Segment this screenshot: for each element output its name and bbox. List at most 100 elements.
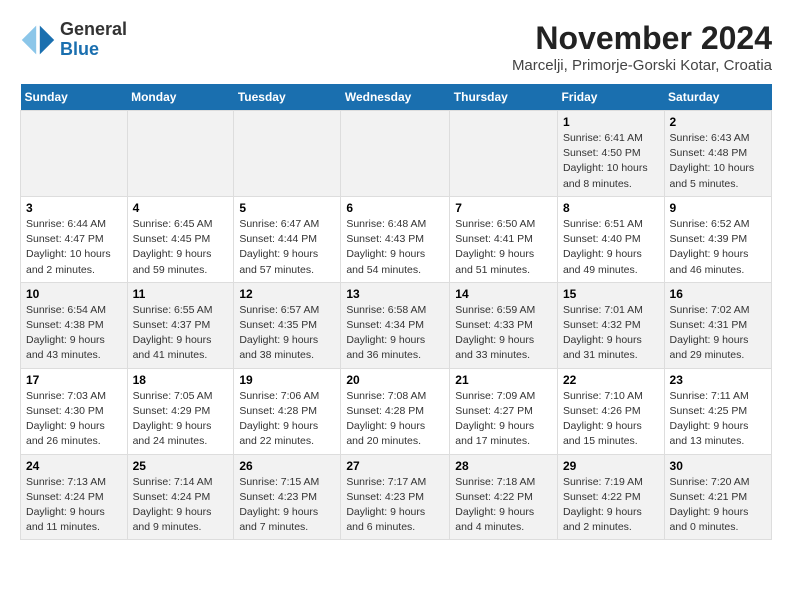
col-friday: Friday [557, 84, 664, 111]
calendar-cell: 1 Sunrise: 6:41 AM Sunset: 4:50 PM Daylig… [557, 111, 664, 197]
day-info: Sunrise: 6:48 AM Sunset: 4:43 PM Dayligh… [346, 217, 444, 278]
calendar-cell: 14 Sunrise: 6:59 AM Sunset: 4:33 PM Dayli… [450, 282, 558, 368]
calendar-cell: 24Sunrise: 7:13 AM Sunset: 4:24 PM Dayli… [21, 454, 128, 540]
day-info: Sunrise: 7:01 AM Sunset: 4:32 PM Dayligh… [563, 303, 659, 364]
calendar-body: 1 Sunrise: 6:41 AM Sunset: 4:50 PM Daylig… [21, 111, 772, 540]
day-info: Sunrise: 6:58 AM Sunset: 4:34 PM Dayligh… [346, 303, 444, 364]
day-info: Sunrise: 6:44 AM Sunset: 4:47 PM Dayligh… [26, 217, 122, 278]
calendar-cell [234, 111, 341, 197]
day-info: Sunrise: 6:59 AM Sunset: 4:33 PM Dayligh… [455, 303, 552, 364]
calendar-cell: 25 Sunrise: 7:14 AM Sunset: 4:24 PM Dayli… [127, 454, 234, 540]
day-info: Sunrise: 7:14 AM Sunset: 4:24 PM Dayligh… [133, 475, 229, 536]
day-number: 9 [670, 201, 766, 215]
day-info: Sunrise: 6:50 AM Sunset: 4:41 PM Dayligh… [455, 217, 552, 278]
calendar-cell: 3 Sunrise: 6:44 AM Sunset: 4:47 PM Daylig… [21, 196, 128, 282]
day-info: Sunrise: 7:02 AM Sunset: 4:31 PM Dayligh… [670, 303, 766, 364]
day-info: Sunrise: 7:10 AM Sunset: 4:26 PM Dayligh… [563, 389, 659, 450]
calendar-cell [341, 111, 450, 197]
day-number: 5 [239, 201, 335, 215]
col-thursday: Thursday [450, 84, 558, 111]
calendar-cell: 17Sunrise: 7:03 AM Sunset: 4:30 PM Dayli… [21, 368, 128, 454]
calendar-cell: 26 Sunrise: 7:15 AM Sunset: 4:23 PM Dayli… [234, 454, 341, 540]
calendar-cell: 4 Sunrise: 6:45 AM Sunset: 4:45 PM Daylig… [127, 196, 234, 282]
day-info: Sunrise: 7:20 AM Sunset: 4:21 PM Dayligh… [670, 475, 766, 536]
day-info: Sunrise: 7:17 AM Sunset: 4:23 PM Dayligh… [346, 475, 444, 536]
calendar-week-2: 3 Sunrise: 6:44 AM Sunset: 4:47 PM Daylig… [21, 196, 772, 282]
day-info: Sunrise: 6:47 AM Sunset: 4:44 PM Dayligh… [239, 217, 335, 278]
calendar-cell: 12 Sunrise: 6:57 AM Sunset: 4:35 PM Dayli… [234, 282, 341, 368]
day-number: 23 [670, 373, 766, 387]
calendar-cell: 22 Sunrise: 7:10 AM Sunset: 4:26 PM Dayli… [557, 368, 664, 454]
col-tuesday: Tuesday [234, 84, 341, 111]
calendar-cell: 10 Sunrise: 6:54 AM Sunset: 4:38 PM Dayli… [21, 282, 128, 368]
day-number: 10 [26, 287, 122, 301]
day-number: 22 [563, 373, 659, 387]
generalblue-logo-icon [20, 22, 56, 58]
day-info: Sunrise: 7:11 AM Sunset: 4:25 PM Dayligh… [670, 389, 766, 450]
day-info: Sunrise: 7:03 AM Sunset: 4:30 PM Dayligh… [26, 389, 122, 450]
day-info: Sunrise: 6:45 AM Sunset: 4:45 PM Dayligh… [133, 217, 229, 278]
calendar-cell [127, 111, 234, 197]
day-number: 2 [670, 115, 766, 129]
day-info: Sunrise: 6:54 AM Sunset: 4:38 PM Dayligh… [26, 303, 122, 364]
logo-blue: Blue [60, 39, 99, 59]
day-info: Sunrise: 6:57 AM Sunset: 4:35 PM Dayligh… [239, 303, 335, 364]
calendar-week-5: 24Sunrise: 7:13 AM Sunset: 4:24 PM Dayli… [21, 454, 772, 540]
logo-text: General Blue [60, 20, 127, 60]
day-info: Sunrise: 6:41 AM Sunset: 4:50 PM Dayligh… [563, 131, 659, 192]
col-sunday: Sunday [21, 84, 128, 111]
calendar-cell [21, 111, 128, 197]
day-info: Sunrise: 6:52 AM Sunset: 4:39 PM Dayligh… [670, 217, 766, 278]
day-info: Sunrise: 7:09 AM Sunset: 4:27 PM Dayligh… [455, 389, 552, 450]
calendar-cell: 30 Sunrise: 7:20 AM Sunset: 4:21 PM Dayli… [664, 454, 771, 540]
logo-general: General [60, 19, 127, 39]
day-info: Sunrise: 7:18 AM Sunset: 4:22 PM Dayligh… [455, 475, 552, 536]
calendar-week-4: 17Sunrise: 7:03 AM Sunset: 4:30 PM Dayli… [21, 368, 772, 454]
day-number: 7 [455, 201, 552, 215]
calendar-cell: 9 Sunrise: 6:52 AM Sunset: 4:39 PM Daylig… [664, 196, 771, 282]
calendar-cell [450, 111, 558, 197]
day-number: 3 [26, 201, 122, 215]
day-number: 16 [670, 287, 766, 301]
calendar-week-1: 1 Sunrise: 6:41 AM Sunset: 4:50 PM Daylig… [21, 111, 772, 197]
day-number: 1 [563, 115, 659, 129]
day-number: 14 [455, 287, 552, 301]
calendar-cell: 21 Sunrise: 7:09 AM Sunset: 4:27 PM Dayli… [450, 368, 558, 454]
calendar-cell: 15Sunrise: 7:01 AM Sunset: 4:32 PM Dayli… [557, 282, 664, 368]
day-number: 26 [239, 459, 335, 473]
day-number: 27 [346, 459, 444, 473]
day-number: 18 [133, 373, 229, 387]
calendar-cell: 29Sunrise: 7:19 AM Sunset: 4:22 PM Dayli… [557, 454, 664, 540]
calendar-table: Sunday Monday Tuesday Wednesday Thursday… [20, 84, 772, 540]
day-number: 25 [133, 459, 229, 473]
col-monday: Monday [127, 84, 234, 111]
day-number: 4 [133, 201, 229, 215]
day-number: 21 [455, 373, 552, 387]
calendar-week-3: 10 Sunrise: 6:54 AM Sunset: 4:38 PM Dayli… [21, 282, 772, 368]
col-wednesday: Wednesday [341, 84, 450, 111]
calendar-cell: 5 Sunrise: 6:47 AM Sunset: 4:44 PM Daylig… [234, 196, 341, 282]
day-info: Sunrise: 7:06 AM Sunset: 4:28 PM Dayligh… [239, 389, 335, 450]
title-block: November 2024 Marcelji, Primorje-Gorski … [512, 20, 772, 74]
day-number: 8 [563, 201, 659, 215]
calendar-cell: 2Sunrise: 6:43 AM Sunset: 4:48 PM Daylig… [664, 111, 771, 197]
day-number: 28 [455, 459, 552, 473]
day-number: 13 [346, 287, 444, 301]
calendar-cell: 16 Sunrise: 7:02 AM Sunset: 4:31 PM Dayli… [664, 282, 771, 368]
logo: General Blue [20, 20, 127, 60]
page-header: General Blue November 2024 Marcelji, Pri… [20, 20, 772, 74]
day-number: 6 [346, 201, 444, 215]
col-saturday: Saturday [664, 84, 771, 111]
calendar-cell: 7 Sunrise: 6:50 AM Sunset: 4:41 PM Daylig… [450, 196, 558, 282]
calendar-cell: 19Sunrise: 7:06 AM Sunset: 4:28 PM Dayli… [234, 368, 341, 454]
day-info: Sunrise: 7:05 AM Sunset: 4:29 PM Dayligh… [133, 389, 229, 450]
calendar-cell: 28 Sunrise: 7:18 AM Sunset: 4:22 PM Dayli… [450, 454, 558, 540]
day-number: 12 [239, 287, 335, 301]
day-info: Sunrise: 6:51 AM Sunset: 4:40 PM Dayligh… [563, 217, 659, 278]
location: Marcelji, Primorje-Gorski Kotar, Croatia [512, 57, 772, 74]
day-info: Sunrise: 7:15 AM Sunset: 4:23 PM Dayligh… [239, 475, 335, 536]
calendar-header: Sunday Monday Tuesday Wednesday Thursday… [21, 84, 772, 111]
day-number: 30 [670, 459, 766, 473]
day-number: 29 [563, 459, 659, 473]
header-row: Sunday Monday Tuesday Wednesday Thursday… [21, 84, 772, 111]
